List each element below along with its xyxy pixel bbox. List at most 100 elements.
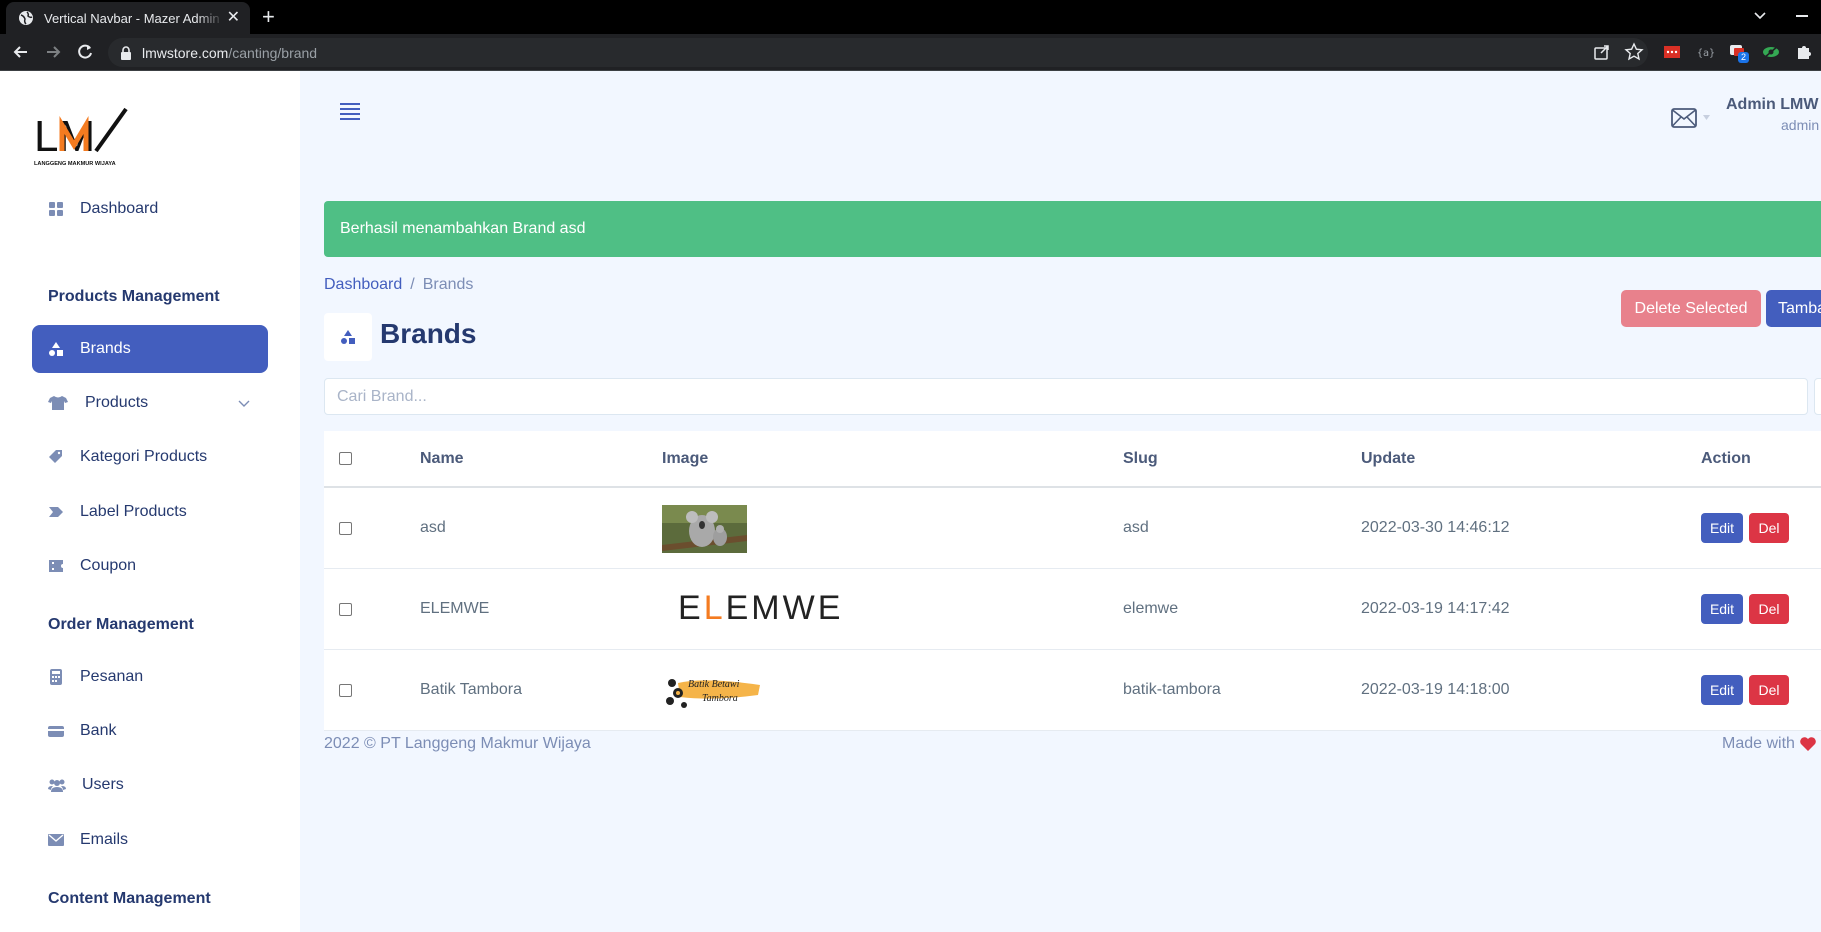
sidebar: LM LANGGENG MAKMUR WIJAYA Dashboard Prod…: [0, 71, 300, 932]
share-icon[interactable]: [1592, 42, 1612, 62]
brand-slug: batik-tambora: [1123, 681, 1221, 698]
shapes-icon: [341, 330, 355, 344]
back-arrow-icon[interactable]: [11, 42, 31, 62]
bookmark-star-icon[interactable]: [1624, 42, 1644, 62]
breadcrumb-dashboard-link[interactable]: Dashboard: [324, 276, 402, 294]
sidebar-item-label: Products: [85, 394, 149, 411]
page-title-icon-box: [324, 313, 372, 361]
chevron-down-icon[interactable]: [238, 397, 250, 409]
sidebar-item-brands[interactable]: Brands: [32, 325, 268, 373]
extension-json-icon[interactable]: {a}: [1695, 42, 1715, 62]
hamburger-menu-icon[interactable]: [338, 99, 362, 123]
sidebar-item-pesanan[interactable]: Pesanan: [32, 653, 268, 701]
url-text: lmwstore.com/canting/brand: [142, 44, 318, 61]
success-alert: Berhasil menambahkan Brand asd: [324, 201, 1821, 257]
sidebar-item-emails[interactable]: Emails: [32, 816, 268, 864]
delete-button[interactable]: Del: [1749, 594, 1789, 624]
edit-button[interactable]: Edit: [1701, 513, 1743, 543]
extensions-puzzle-icon[interactable]: [1794, 42, 1814, 62]
new-tab-icon[interactable]: +: [262, 5, 275, 29]
footer-made-with: Made with: [1722, 735, 1817, 753]
lock-icon: [121, 45, 131, 60]
brand-name: Batik Tambora: [420, 681, 522, 698]
browser-tab[interactable]: Vertical Navbar - Mazer Admin Dashboard …: [6, 2, 250, 34]
table-row: ELEMWE ELEMWE elemwe 2022-03-19 14:17:42…: [324, 569, 1821, 650]
table-row: Batik Tambora Batik Betawi Tambora batik…: [324, 650, 1821, 731]
select-all-checkbox[interactable]: [339, 452, 352, 465]
extension-badge-count: 2: [1738, 52, 1750, 63]
table-row: asd asd 2022-03-30 14:46:12 Edit Del: [324, 488, 1821, 569]
tab-title: Vertical Navbar - Mazer Admin Dashboard: [44, 10, 224, 26]
alert-message: Berhasil menambahkan Brand asd: [340, 220, 586, 237]
brand-update: 2022-03-19 14:18:00: [1361, 681, 1510, 698]
sidebar-item-products[interactable]: Products: [32, 379, 268, 427]
delete-button[interactable]: Del: [1749, 675, 1789, 705]
elemwe-logo-rest: EMWE: [725, 589, 844, 627]
user-role: admin: [1781, 117, 1820, 133]
brand-name: ELEMWE: [420, 600, 490, 617]
column-header-name[interactable]: Name: [420, 450, 464, 468]
tags-icon: [48, 449, 64, 465]
breadcrumb-current: Brands: [422, 276, 474, 293]
tag-arrow-icon: [48, 504, 64, 520]
user-name[interactable]: Admin LMW: [1726, 96, 1818, 114]
sidebar-item-label: Emails: [80, 831, 129, 848]
sidebar-item-label: Users: [82, 776, 124, 793]
sidebar-item-bank[interactable]: Bank: [32, 707, 268, 755]
extension-eye-icon[interactable]: [1761, 42, 1781, 62]
footer-copyright: 2022 © PT Langgeng Makmur Wijaya: [324, 735, 591, 752]
extension-badge-icon[interactable]: 2: [1728, 42, 1750, 63]
mail-icon[interactable]: [1671, 108, 1697, 128]
sidebar-item-label: Kategori Products: [80, 448, 208, 465]
row-checkbox[interactable]: [339, 684, 352, 697]
tab-search-chevron-icon[interactable]: [1751, 6, 1769, 24]
sidebar-item-label: Pesanan: [80, 668, 144, 685]
people-icon: [48, 777, 66, 793]
calculator-icon: [48, 669, 64, 685]
heart-icon: [1800, 737, 1816, 751]
reload-icon[interactable]: [75, 42, 95, 62]
ticket-icon: [48, 558, 64, 574]
extension-red-icon[interactable]: [1662, 42, 1682, 62]
search-button[interactable]: [1814, 378, 1821, 415]
sidebar-item-kategori-products[interactable]: Kategori Products: [32, 433, 268, 481]
batik-logo-line-2: Tambora: [702, 693, 738, 704]
brands-table: Name Image Slug Update Action asd asd 20…: [324, 431, 1821, 731]
forward-arrow-icon[interactable]: [43, 42, 63, 62]
brand-slug: elemwe: [1123, 600, 1179, 617]
row-checkbox[interactable]: [339, 603, 352, 616]
table-header: Name Image Slug Update Action: [324, 431, 1821, 488]
column-header-update[interactable]: Update: [1361, 450, 1415, 468]
grid-icon: [48, 201, 64, 217]
elemwe-logo: ELEMWE: [678, 589, 844, 627]
credit-card-icon: [48, 723, 64, 739]
globe-icon: [19, 11, 33, 25]
sidebar-item-users[interactable]: Users: [32, 761, 268, 809]
column-header-slug[interactable]: Slug: [1123, 450, 1158, 468]
row-checkbox[interactable]: [339, 522, 352, 535]
window-minimize-icon[interactable]: [1796, 15, 1808, 17]
delete-selected-button[interactable]: Delete Selected: [1621, 290, 1761, 327]
sidebar-item-label: Bank: [80, 722, 117, 739]
batik-tambora-logo: Batik Betawi Tambora: [666, 679, 760, 708]
add-brand-button[interactable]: Tambah Brand: [1766, 290, 1821, 327]
svg-text:{a}: {a}: [1697, 48, 1715, 59]
shapes-icon: [48, 341, 64, 357]
lmw-logo[interactable]: LM LANGGENG MAKMUR WIJAYA: [34, 105, 144, 169]
sidebar-item-dashboard[interactable]: Dashboard: [32, 185, 268, 233]
address-bar[interactable]: lmwstore.com/canting/brand: [108, 38, 1648, 67]
sidebar-section-products: Products Management: [48, 288, 220, 305]
logo-subtext: LANGGENG MAKMUR WIJAYA: [34, 161, 116, 167]
shirt-icon: [48, 395, 68, 411]
sidebar-item-coupon[interactable]: Coupon: [32, 542, 268, 590]
search-input[interactable]: [324, 378, 1808, 415]
browser-toolbar: lmwstore.com/canting/brand {a} 2: [0, 34, 1821, 71]
column-header-image[interactable]: Image: [662, 450, 708, 468]
sidebar-item-label-products[interactable]: Label Products: [32, 488, 268, 536]
mail-dropdown-chevron-icon[interactable]: [1703, 115, 1710, 120]
brand-update: 2022-03-19 14:17:42: [1361, 600, 1510, 617]
delete-button[interactable]: Del: [1749, 513, 1789, 543]
edit-button[interactable]: Edit: [1701, 675, 1743, 705]
edit-button[interactable]: Edit: [1701, 594, 1743, 624]
tab-close-icon[interactable]: ✕: [227, 10, 240, 26]
